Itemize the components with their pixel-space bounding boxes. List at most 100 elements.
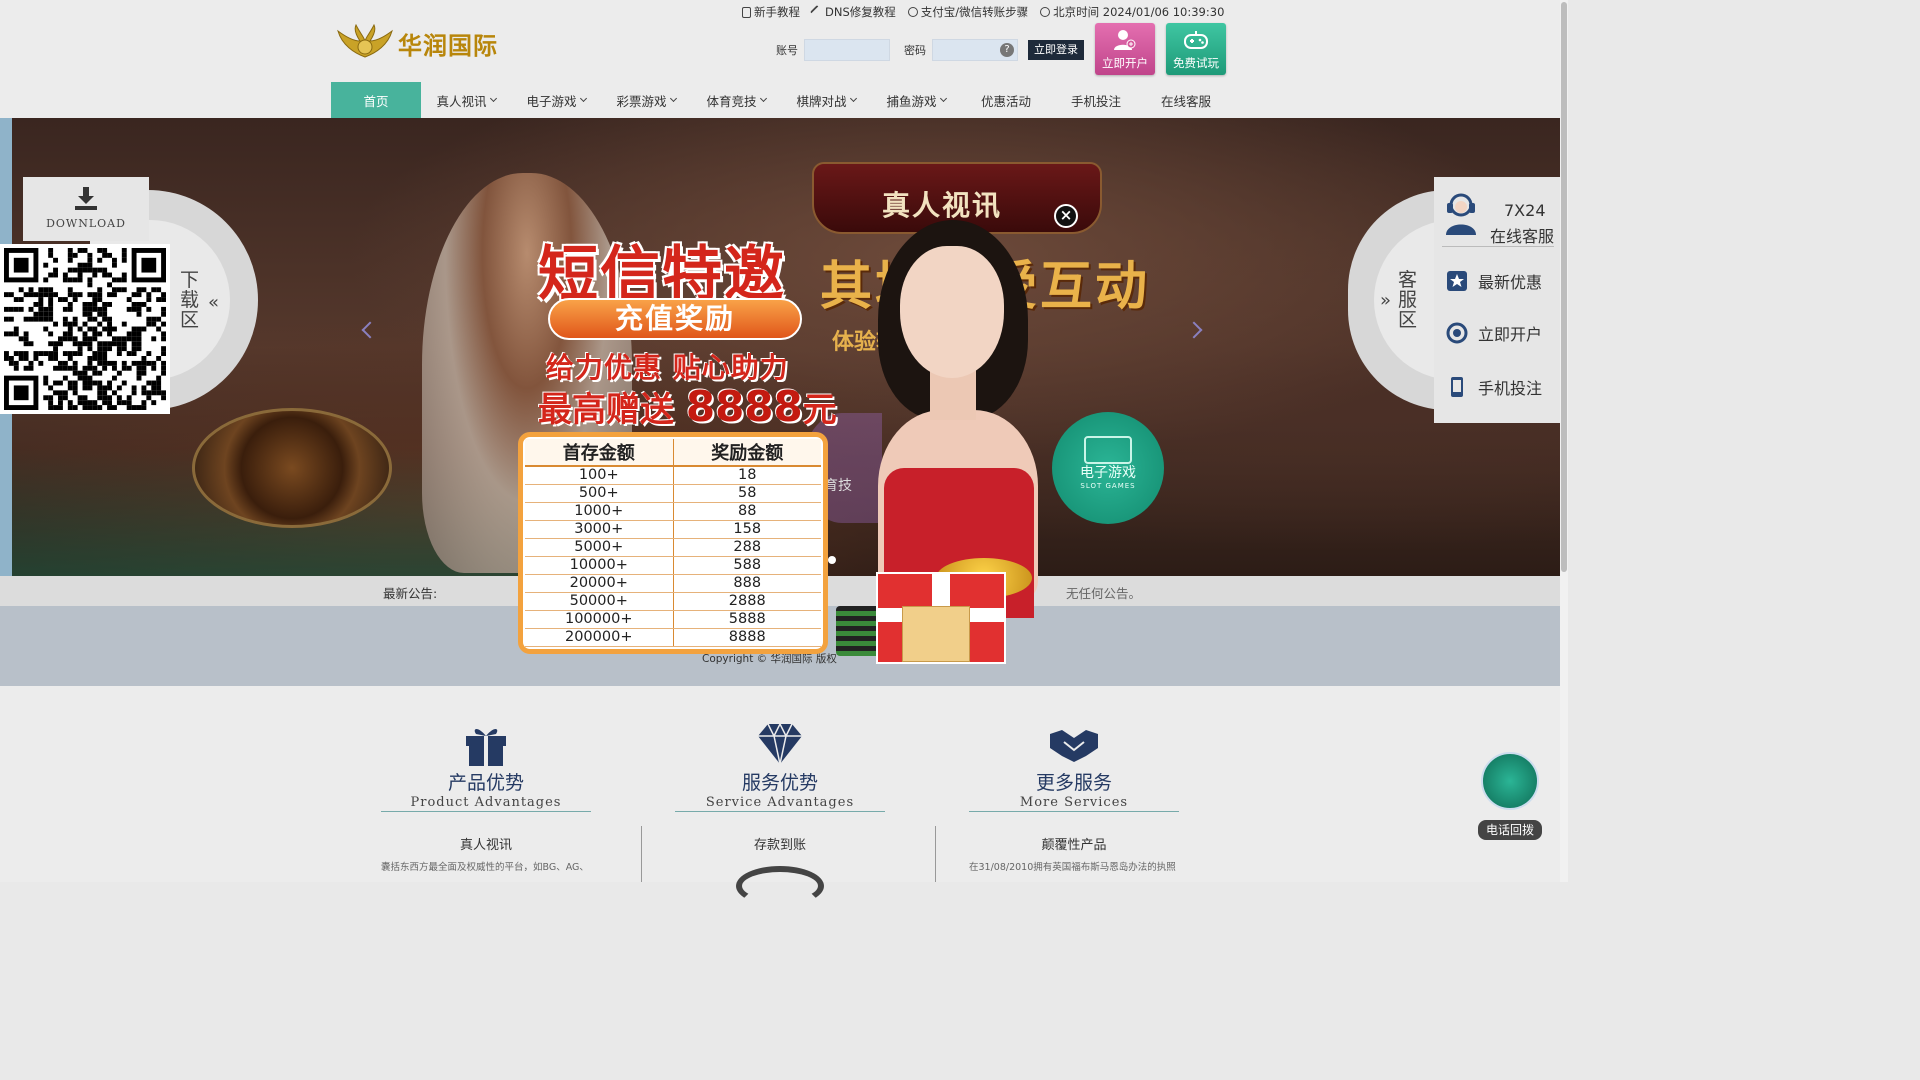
nav-lottery[interactable]: 彩票游戏 [601, 82, 691, 118]
close-icon[interactable]: × [1054, 204, 1078, 228]
callback-widget[interactable]: 电话回拨 [1478, 752, 1542, 842]
password-wrap: ? [932, 39, 1018, 61]
popup-pill: 充值奖励 [548, 298, 802, 340]
nav-promotions[interactable]: 优惠活动 [961, 82, 1051, 118]
table-cell: 5000+ [525, 538, 674, 557]
phone-callback-icon [1481, 752, 1539, 810]
feature-product: 产品优势 Product Advantages 真人视讯 囊括东西方最全面及权威… [381, 722, 591, 875]
popup-tagline: 给力优惠 贴心助力 [546, 351, 789, 384]
divider [641, 826, 642, 882]
add-user-icon [1114, 30, 1136, 50]
free-trial-button[interactable]: 免费试玩 [1166, 23, 1226, 75]
download-area-label: 下载区 [180, 269, 200, 331]
toplink-payment[interactable]: 支付宝/微信转账步骤 [907, 4, 1028, 20]
table-cell: 18 [673, 466, 821, 485]
toplink-tutorial[interactable]: 新手教程 [742, 4, 800, 20]
page-scrollbar[interactable] [1560, 0, 1568, 882]
phone-icon [1451, 377, 1463, 397]
divider [935, 826, 936, 882]
nav-home[interactable]: 首页 [331, 82, 421, 118]
download-icon [75, 187, 97, 210]
wings-logo-icon [337, 23, 393, 58]
nav-support[interactable]: 在线客服 [1141, 82, 1231, 118]
feature-subtitle: More Services [969, 795, 1179, 812]
feature-item: 颠覆性产品 [1041, 838, 1107, 853]
open-account-button[interactable]: 立即开户 [1095, 23, 1155, 75]
table-row: 500+ 58 [525, 484, 821, 503]
download-label: DOWNLOAD [46, 217, 126, 230]
gift-boxes-image [836, 558, 1066, 666]
chevron-down-icon [849, 94, 857, 103]
handshake-icon [1050, 730, 1098, 762]
feature-service: 服务优势 Service Advantages 存款到账 [675, 722, 885, 853]
table-header: 奖励金额 [673, 439, 821, 467]
table-cell: 10000+ [525, 556, 674, 575]
table-cell: 588 [673, 556, 821, 575]
table-cell: 100000+ [525, 610, 674, 629]
account-input[interactable] [804, 39, 890, 61]
open-account-link[interactable]: 立即开户 [1446, 321, 1556, 345]
feature-item: 真人视讯 [459, 838, 512, 853]
announcement-label: 最新公告: [383, 586, 438, 601]
table-cell: 88 [673, 502, 821, 521]
banner-prev-arrow[interactable] [361, 321, 379, 339]
double-right-arrow-icon: » [1380, 290, 1392, 311]
login-button[interactable]: 立即登录 [1028, 40, 1084, 60]
login-form: 账号 密码 ? 立即登录 [776, 38, 1084, 62]
table-cell: 20000+ [525, 574, 674, 593]
scrollbar-thumb[interactable] [1561, 2, 1567, 572]
feature-title: 服务优势 [741, 772, 818, 794]
table-cell: 58 [673, 484, 821, 503]
mobile-betting-link[interactable]: 手机投注 [1446, 375, 1556, 399]
service-hours: 7X24 [1504, 201, 1546, 220]
table-header: 首存金额 [525, 439, 674, 467]
table-cell: 8888 [673, 628, 821, 647]
help-icon[interactable]: ? [1000, 43, 1014, 57]
banner-next-arrow[interactable] [1185, 321, 1203, 339]
feature-item: 存款到账 [753, 838, 806, 853]
feature-title: 更多服务 [1035, 772, 1112, 794]
top-links: 新手教程 DNS修复教程 支付宝/微信转账步骤 北京时间 2024/01/06 … [742, 4, 1224, 20]
gear-icon [1446, 322, 1468, 344]
brand-name: 华润国际 [398, 31, 498, 60]
gamepad-icon [1184, 31, 1208, 49]
table-cell: 288 [673, 538, 821, 557]
latest-promos-link[interactable]: 最新优惠 [1446, 269, 1556, 293]
table-cell: 1000+ [525, 502, 674, 521]
service-label: 在线客服 [1490, 227, 1555, 246]
table-row: 100+ 18 [525, 466, 821, 485]
feature-subtitle: Product Advantages [381, 795, 591, 812]
chevron-down-icon [939, 94, 947, 103]
feature-title: 产品优势 [447, 772, 524, 794]
feature-desc: 囊括东西方最全面及权威性的平台，如BG、AG、OG及BB，老牌的真人荷官在线，虚… [381, 862, 589, 873]
open-account-label: 立即开户 [1102, 56, 1148, 70]
bonus-table: 首存金额 奖励金额 100+ 18 500+ 58 1000+ 88 3000+ 158 500… [518, 432, 828, 654]
chevron-down-icon [669, 94, 677, 103]
nav-mobile[interactable]: 手机投注 [1051, 82, 1141, 118]
table-row: 10000+ 588 [525, 556, 821, 575]
star-icon [1447, 271, 1467, 291]
doc-icon [742, 6, 751, 18]
brand-logo[interactable]: 华润国际 [336, 22, 501, 64]
chevron-down-icon [759, 94, 767, 103]
toplink-dns[interactable]: DNS修复教程 [809, 4, 896, 20]
nav-live-casino[interactable]: 真人视讯 [421, 82, 511, 118]
table-cell: 158 [673, 520, 821, 539]
wrench-icon [809, 4, 825, 20]
nav-slots[interactable]: 电子游戏 [511, 82, 601, 118]
table-row: 100000+ 5888 [525, 610, 821, 629]
online-service-header[interactable]: 7X24 在线客服 [1442, 187, 1554, 247]
account-label: 账号 [776, 44, 798, 57]
free-trial-label: 免费试玩 [1173, 56, 1219, 70]
nav-sports[interactable]: 体育竞技 [691, 82, 781, 118]
download-button[interactable]: DOWNLOAD [23, 177, 149, 241]
chevron-down-icon [489, 94, 497, 103]
nav-cards[interactable]: 棋牌对战 [781, 82, 871, 118]
payment-icon [907, 7, 918, 17]
nav-fishing[interactable]: 捕鱼游戏 [871, 82, 961, 118]
table-cell: 888 [673, 574, 821, 593]
table-cell: 3000+ [525, 520, 674, 539]
chevron-down-icon [579, 94, 587, 103]
main-nav: 首页 真人视讯 电子游戏 彩票游戏 体育竞技 棋牌对战 捕鱼游戏 优惠活动 手机… [331, 82, 1231, 118]
table-row: 50000+ 2888 [525, 592, 821, 611]
